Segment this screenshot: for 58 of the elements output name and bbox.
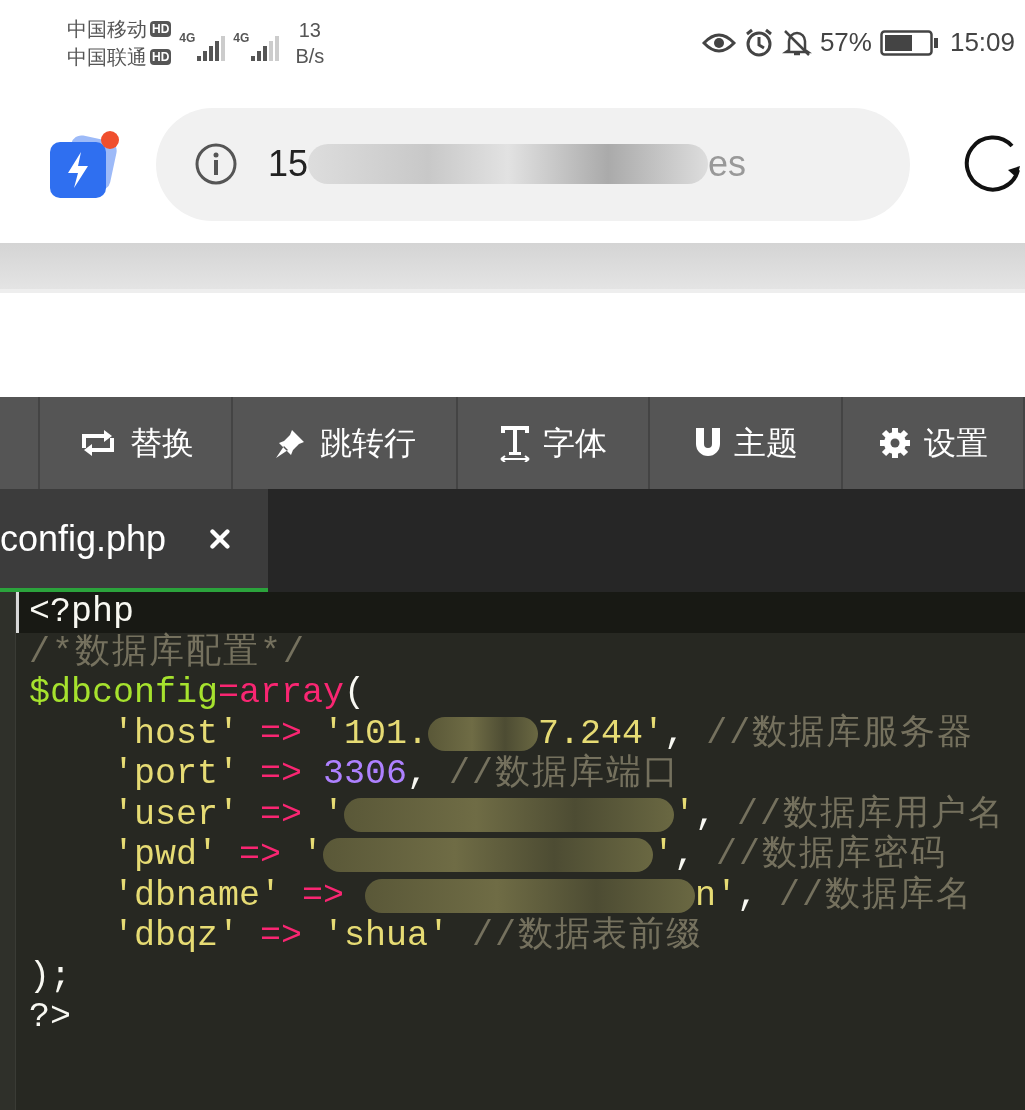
network-speed: 13: [298, 17, 321, 43]
battery-icon: [879, 29, 938, 56]
code-token: 'host': [113, 712, 240, 756]
code-token: ,: [695, 793, 718, 837]
code-token: =>: [301, 874, 346, 918]
code-token: =: [218, 672, 240, 715]
code-comment: //数据表前缀: [471, 915, 704, 958]
code-comment: //数据库密码: [716, 833, 948, 875]
code-token: =>: [259, 793, 304, 837]
code-token: =>: [259, 915, 304, 958]
hd-badge: HD: [150, 48, 172, 65]
carrier-name: 中国移动: [67, 16, 147, 42]
code-token: 'dbqz': [113, 915, 240, 958]
code-token: 3306: [323, 753, 408, 796]
code-token: ,: [737, 874, 760, 918]
speed-unit: B/s: [295, 43, 325, 69]
code-token: ,: [674, 834, 697, 877]
url-text: 15: [268, 142, 309, 186]
file-tab[interactable]: config.php: [0, 489, 268, 592]
network-label: 4G: [233, 29, 250, 47]
code-comment: //数据库名: [779, 874, 974, 918]
code-token: array: [239, 672, 345, 715]
text-icon: [499, 424, 531, 462]
alarm-icon: [743, 27, 774, 58]
code-token: 'dbname': [113, 874, 282, 918]
code-token: ': [323, 793, 345, 837]
battery-percent: 57%: [819, 26, 872, 59]
code-token: ': [302, 834, 324, 877]
code-comment: /*数据库配置*/: [29, 631, 306, 675]
code-token: (: [344, 672, 366, 715]
settings-icon: [878, 426, 912, 460]
hd-badge: HD: [150, 20, 172, 37]
code-comment: //数据库用户名: [737, 793, 1006, 835]
code-token: =>: [259, 712, 304, 756]
code-token: 7.244': [538, 712, 665, 754]
code-comment: //数据库服务器: [706, 712, 975, 756]
code-token: ': [653, 834, 675, 877]
code-token: 'port': [113, 753, 240, 796]
code-token: <?php: [29, 591, 135, 634]
code-token: 'pwd': [113, 834, 219, 877]
carrier-name: 中国联通: [67, 44, 147, 70]
code-token: '101.: [323, 712, 429, 756]
code-token: ': [674, 793, 696, 837]
code-token: $dbconfig: [29, 672, 219, 715]
code-token: =>: [238, 834, 283, 877]
info-icon: [194, 142, 238, 186]
code-token: 'shua': [323, 915, 450, 958]
code-token: 'user': [113, 793, 240, 837]
address-field[interactable]: 15 es: [156, 107, 910, 221]
code-token: ?>: [29, 996, 71, 1039]
code-token: =>: [259, 753, 304, 796]
network-label: 4G: [179, 29, 196, 47]
code-token: n': [695, 874, 738, 917]
url-text: es: [708, 142, 747, 186]
clock-time: 15:09: [949, 26, 1015, 59]
code-token: );: [29, 955, 71, 999]
bell-off-icon: [781, 27, 812, 58]
code-token: ,: [407, 753, 430, 796]
